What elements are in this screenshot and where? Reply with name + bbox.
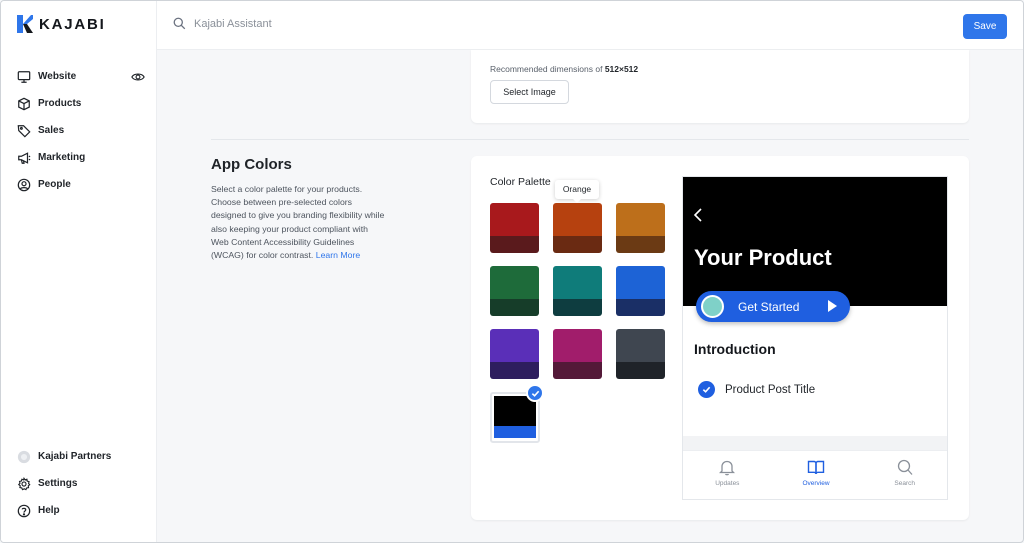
- get-started-label: Get Started: [738, 299, 800, 314]
- learn-more-link[interactable]: Learn More: [316, 250, 360, 260]
- swatch-primary: [490, 266, 539, 299]
- sidebar-item-people[interactable]: People: [1, 171, 157, 198]
- sidebar-item-label: Help: [38, 505, 60, 516]
- sidebar-item-marketing[interactable]: Marketing: [1, 144, 157, 171]
- top-bar: Kajabi Assistant Save: [157, 1, 1023, 50]
- dimensions-value: 512×512: [604, 64, 639, 74]
- tag-icon: [17, 124, 31, 138]
- kajabi-logo-icon: [17, 15, 33, 33]
- app-colors-card: Color Palette Orange Your Product Get St…: [471, 156, 969, 520]
- swatch-secondary: [494, 426, 536, 438]
- gear-icon: [17, 476, 31, 490]
- monitor-icon: [17, 70, 31, 83]
- color-swatch-teal[interactable]: [553, 266, 602, 316]
- section-description: Select a color palette for your products…: [211, 184, 385, 261]
- image-upload-card: Recommended dimensions of 512×512 Select…: [471, 50, 969, 123]
- sidebar-nav: Website Products Sales Marketing People: [1, 63, 157, 198]
- back-arrow-icon[interactable]: [693, 208, 703, 225]
- preview-title: Your Product: [694, 245, 832, 270]
- swatch-primary: [616, 329, 665, 362]
- swatch-secondary: [553, 236, 602, 253]
- search-placeholder: Kajabi Assistant: [194, 17, 272, 30]
- swatch-secondary: [616, 236, 665, 253]
- search-input[interactable]: Kajabi Assistant: [173, 17, 272, 30]
- sidebar: KAJABI Website Products Sales Marketing: [1, 1, 157, 542]
- color-swatch-magenta[interactable]: [553, 329, 602, 379]
- sidebar-item-label: Sales: [38, 125, 65, 136]
- get-started-button[interactable]: Get Started: [696, 291, 850, 322]
- preview-tab-bar: Updates Overview Search: [683, 450, 947, 499]
- swatch-primary: [616, 266, 665, 299]
- book-icon: [807, 460, 825, 475]
- preview-body: [683, 306, 947, 436]
- select-image-button[interactable]: Select Image: [490, 80, 569, 104]
- help-icon: [17, 504, 31, 517]
- swatch-secondary: [490, 299, 539, 316]
- partners-icon: [17, 450, 31, 463]
- play-icon: [828, 300, 837, 312]
- swatch-primary: [490, 203, 539, 236]
- swatch-primary: [616, 203, 665, 236]
- section-title: App Colors: [211, 156, 292, 173]
- sidebar-item-label: People: [38, 179, 71, 190]
- brand-logo[interactable]: KAJABI: [17, 15, 106, 33]
- preview-post-item[interactable]: Product Post Title: [698, 381, 815, 398]
- color-swatch-red[interactable]: [490, 203, 539, 253]
- swatch-secondary: [490, 362, 539, 379]
- preview-section-title: Introduction: [694, 341, 776, 357]
- sidebar-item-help[interactable]: Help: [1, 497, 157, 524]
- sidebar-item-settings[interactable]: Settings: [1, 470, 157, 497]
- avatar: [701, 295, 724, 318]
- swatch-secondary: [553, 299, 602, 316]
- swatch-secondary: [553, 362, 602, 379]
- section-divider: [211, 139, 969, 140]
- selected-check-icon: [526, 384, 544, 402]
- main-content: Recommended dimensions of 512×512 Select…: [157, 50, 1023, 542]
- sidebar-item-label: Kajabi Partners: [38, 451, 112, 462]
- sidebar-item-sales[interactable]: Sales: [1, 117, 157, 144]
- swatch-primary: [553, 329, 602, 362]
- sidebar-bottom-nav: Kajabi Partners Settings Help: [1, 443, 157, 524]
- sidebar-item-website[interactable]: Website: [1, 63, 157, 90]
- swatch-primary: [553, 203, 602, 236]
- box-icon: [18, 97, 30, 110]
- save-button[interactable]: Save: [963, 14, 1007, 39]
- tab-updates[interactable]: Updates: [683, 451, 772, 499]
- product-preview: Your Product Get Started Introduction Pr…: [682, 176, 948, 500]
- preview-hero: Your Product: [683, 177, 947, 306]
- swatch-secondary: [616, 362, 665, 379]
- recommended-dimensions: Recommended dimensions of 512×512: [490, 64, 639, 74]
- eye-icon[interactable]: [131, 70, 145, 84]
- color-swatch-orange[interactable]: [553, 203, 602, 253]
- color-swatch-purple[interactable]: [490, 329, 539, 379]
- search-icon: [897, 459, 913, 475]
- sidebar-item-label: Marketing: [38, 152, 86, 163]
- color-swatch-green[interactable]: [490, 266, 539, 316]
- swatch-primary: [490, 329, 539, 362]
- swatch-tooltip: Orange: [555, 180, 599, 203]
- sidebar-item-products[interactable]: Products: [1, 90, 157, 117]
- swatch-secondary: [616, 299, 665, 316]
- bell-icon: [719, 460, 736, 476]
- brand-name: KAJABI: [39, 15, 106, 33]
- preview-post-title: Product Post Title: [725, 383, 816, 396]
- search-icon: [173, 17, 186, 30]
- tab-overview[interactable]: Overview: [772, 451, 861, 499]
- tab-search[interactable]: Search: [860, 451, 947, 499]
- sidebar-item-label: Settings: [38, 478, 78, 489]
- sidebar-item-label: Products: [38, 98, 82, 109]
- sidebar-item-kajabi-partners[interactable]: Kajabi Partners: [1, 443, 157, 470]
- sidebar-item-label: Website: [38, 71, 77, 82]
- color-swatch-blue[interactable]: [616, 266, 665, 316]
- check-circle-icon: [698, 381, 715, 398]
- megaphone-icon: [18, 151, 31, 164]
- swatch-primary: [553, 266, 602, 299]
- user-circle-icon: [17, 178, 31, 191]
- swatch-secondary: [490, 236, 539, 253]
- color-palette-label: Color Palette: [490, 176, 551, 188]
- app-window: KAJABI Website Products Sales Marketing: [0, 0, 1024, 543]
- color-swatch-slate[interactable]: [616, 329, 665, 379]
- color-swatch-amber[interactable]: [616, 203, 665, 253]
